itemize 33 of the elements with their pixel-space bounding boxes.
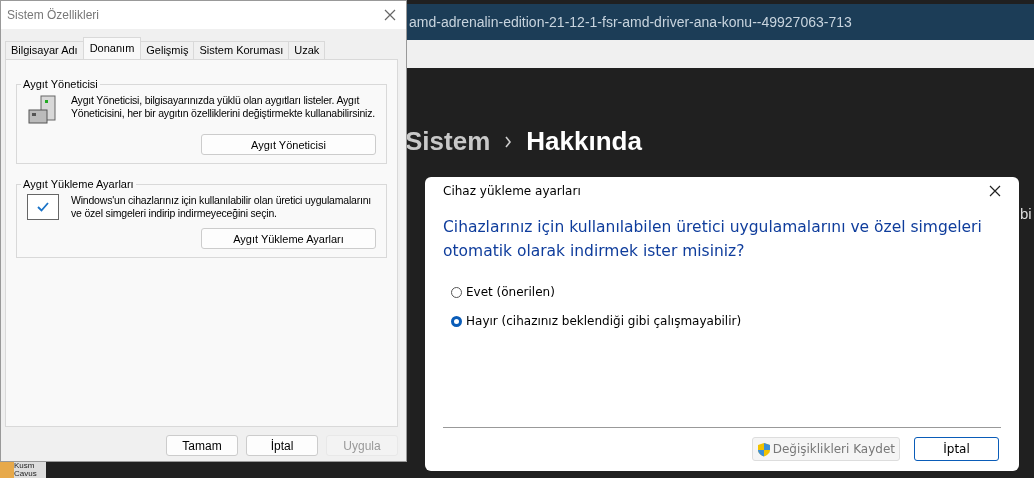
shield-icon xyxy=(756,441,771,457)
computer-drive-icon xyxy=(27,94,59,126)
breadcrumb-item[interactable]: Sistem xyxy=(405,126,491,157)
window-title: Sistem Özellikleri xyxy=(7,8,99,22)
dialog-button[interactable]: İptal xyxy=(246,435,318,456)
option-label: Evet (önerilen) xyxy=(466,285,555,299)
dialog-title: Cihaz yükleme ayarları xyxy=(443,184,581,198)
group-title: Aygıt Yükleme Ayarları xyxy=(22,178,135,190)
group-button[interactable]: Aygıt Yükleme Ayarları xyxy=(201,228,376,249)
group-description: Windows'un cihazlarınız için kullanılabilir olan üretici uygulamalarını ve özel simgeleri indirip indirmeyeceğini seçin. xyxy=(71,194,373,220)
notification-text: Cavus xyxy=(14,470,46,478)
group-description: Aygıt Yöneticisi, bilgisayarınızda yüklü olan aygıtları listeler. Aygıt Yöneticisini, her bir aygıtın özelliklerini değiştirmekte kullanabilirsiniz. xyxy=(71,94,376,120)
button-label: Değişiklikleri Kaydet xyxy=(772,442,895,456)
cut-off-text: bi xyxy=(1020,205,1032,222)
dialog-button[interactable]: İptal xyxy=(914,437,999,461)
tab[interactable]: Uzak xyxy=(288,41,326,59)
option-label: Hayır (cihazınız beklendiği gibi çalışmayabilir) xyxy=(466,314,742,328)
group-button[interactable]: Aygıt Yöneticisi xyxy=(201,134,376,155)
tab[interactable]: Gelişmiş xyxy=(140,41,195,59)
address-bar[interactable]: amd-adrenalin-edition-21-12-1-fsr-amd-driver-ana-konu--49927063-713 xyxy=(407,4,1034,40)
group-title: Aygıt Yöneticisi xyxy=(22,78,99,90)
notification-text: Kusm xyxy=(14,462,46,470)
radio-option[interactable]: Hayır (cihazınız beklendiği gibi çalışmayabilir) xyxy=(451,314,1001,328)
dialog-question: Cihazlarınız için kullanılabilen üretici uygulamalarını ve özel simgeleri otomatik olarak indirmek ister misiniz? xyxy=(443,217,983,262)
dialog-button[interactable]: Tamam xyxy=(166,435,238,456)
checkbox-icon xyxy=(27,194,59,220)
radio-option[interactable]: Evet (önerilen) xyxy=(451,285,1001,299)
chevron-icon xyxy=(504,135,513,148)
tab[interactable]: Donanım xyxy=(82,37,142,59)
button-label: İptal xyxy=(943,442,970,456)
breadcrumb-item[interactable]: Hakkında xyxy=(526,126,642,157)
tab[interactable]: Bilgisayar Adı xyxy=(5,41,84,59)
close-icon[interactable] xyxy=(989,185,1001,197)
